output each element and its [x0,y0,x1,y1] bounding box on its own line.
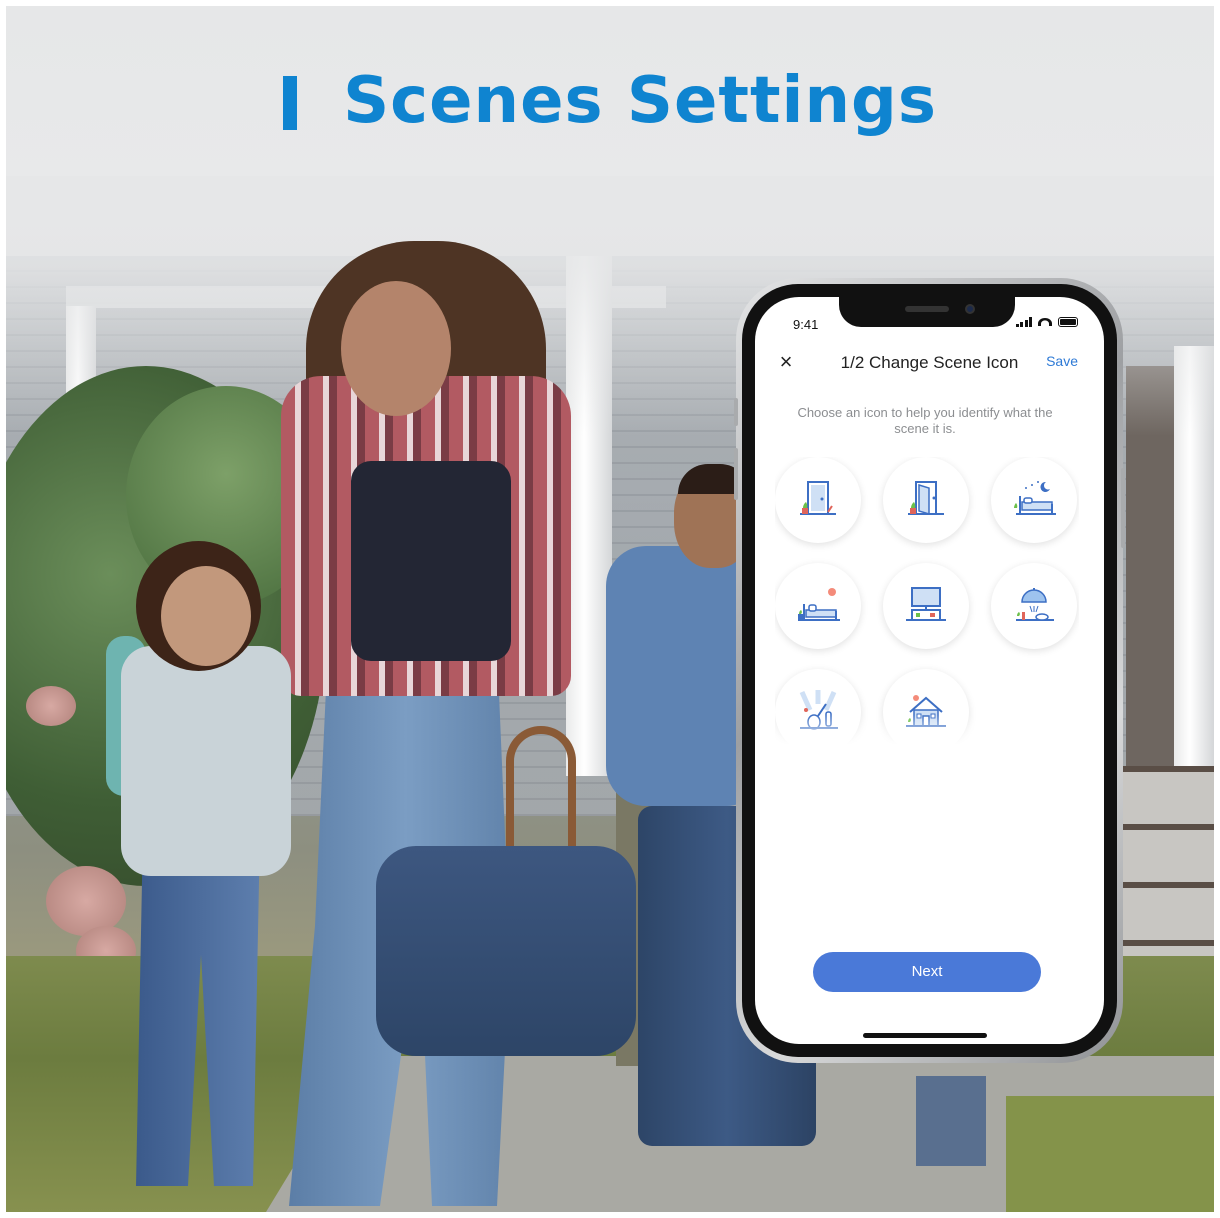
phone-side-button [734,398,738,426]
man-figure [916,1076,986,1166]
woman-figure [341,281,451,416]
grid-fade [775,715,1079,745]
phone-side-button [1121,468,1125,548]
sleep-night-bed-icon[interactable] [991,457,1077,543]
wifi-icon [1038,318,1052,326]
nav-bar: × 1/2 Change Scene Icon Save [755,347,1104,381]
leave-home-door-icon[interactable] [775,457,861,543]
battery-icon [1058,317,1078,327]
girl-figure [121,646,291,876]
title-accent-bar [283,76,298,130]
phone-notch [839,297,1015,327]
duffel-bag [376,846,636,1056]
phone-screen: 9:41 × 1/2 Change Scene Icon Save Choose… [755,297,1104,1044]
phone-side-button [734,448,738,500]
hint-text: Choose an icon to help you identify what… [797,405,1053,436]
lawn [1006,1096,1214,1212]
dinner-dining-icon[interactable] [991,563,1077,649]
phone-bezel: 9:41 × 1/2 Change Scene Icon Save Choose… [742,284,1117,1057]
status-time: 9:41 [793,317,819,332]
signal-icon [1015,317,1032,327]
home-indicator[interactable] [863,1033,987,1038]
phone-mockup: 9:41 × 1/2 Change Scene Icon Save Choose… [734,278,1125,1063]
page-title: Scenes Settings [0,64,1220,138]
wake-up-bed-icon[interactable] [775,563,861,649]
title-text: Scenes Settings [343,64,937,138]
next-button[interactable]: Next [813,952,1041,992]
woman-figure [351,461,511,661]
hydrangea [46,866,126,936]
speaker-grille [905,306,949,312]
front-camera [965,304,975,314]
save-button[interactable]: Save [1046,353,1078,369]
girl-figure [161,566,251,666]
scene-icon-grid [775,457,1079,745]
status-icons [1015,317,1078,327]
tv-movie-icon[interactable] [883,563,969,649]
hydrangea [26,686,76,726]
arrive-home-door-icon[interactable] [883,457,969,543]
